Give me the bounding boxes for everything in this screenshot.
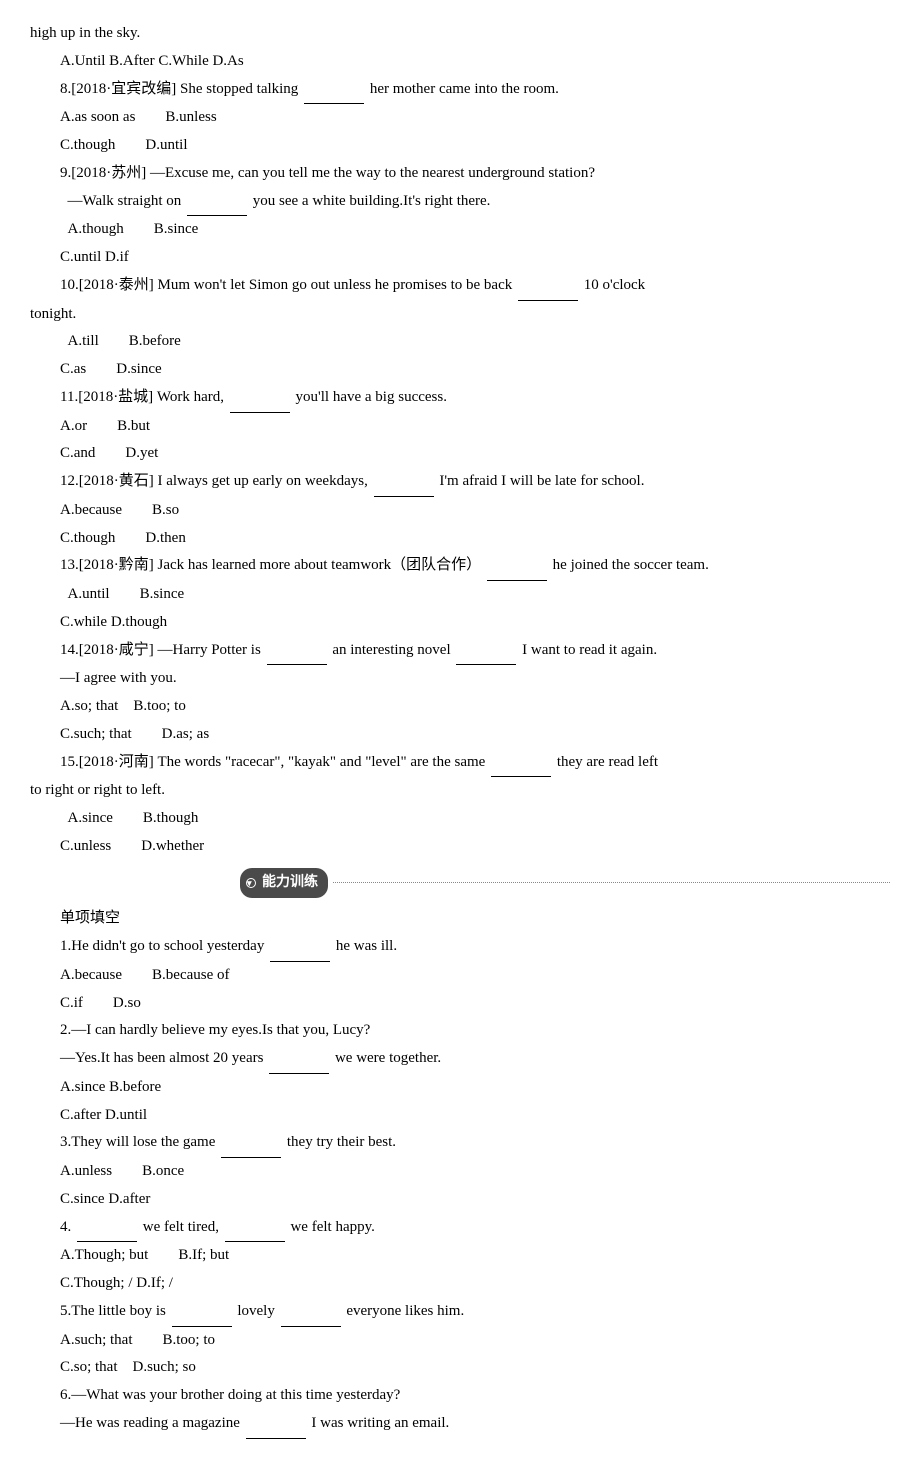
section-label: 能力训练 <box>262 870 318 896</box>
blank <box>221 1129 281 1158</box>
p3-opts-b: C.since D.after <box>30 1186 890 1214</box>
q15-line1: 15.[2018·河南] The words "racecar", "kayak… <box>30 749 890 778</box>
q13-opts-a: A.until B.since <box>30 581 890 609</box>
p2-opts-b: C.after D.until <box>30 1102 890 1130</box>
p1-opts-a: A.because B.because of <box>30 962 890 990</box>
p4-opts-a: A.Though; but B.If; but <box>30 1242 890 1270</box>
p2-opts-a: A.since B.before <box>30 1074 890 1102</box>
p3: 3.They will lose the game they try their… <box>30 1129 890 1158</box>
q8: 8.[2018·宜宾改编] She stopped talking her mo… <box>30 76 890 105</box>
p3-opts-a: A.unless B.once <box>30 1158 890 1186</box>
blank <box>172 1298 232 1327</box>
blank <box>281 1298 341 1327</box>
q15-opts-a: A.since B.though <box>30 805 890 833</box>
p2-line2: —Yes.It has been almost 20 years we were… <box>30 1045 890 1074</box>
p6-line2: —He was reading a magazine I was writing… <box>30 1410 890 1439</box>
q11-opts-a: A.or B.but <box>30 413 890 441</box>
q15-opts-b: C.unless D.whether <box>30 833 890 861</box>
blank <box>246 1410 306 1439</box>
q12: 12.[2018·黄石] I always get up early on we… <box>30 468 890 497</box>
q15-line2: to right or right to left. <box>30 777 890 805</box>
p4: 4. we felt tired, we felt happy. <box>30 1214 890 1243</box>
blank <box>225 1214 285 1243</box>
dotted-line <box>333 882 890 883</box>
blank <box>187 188 247 217</box>
section-divider: 能力训练 <box>30 868 890 898</box>
q13-opts-b: C.while D.though <box>30 609 890 637</box>
q12-opts-a: A.because B.so <box>30 497 890 525</box>
blank <box>491 749 551 778</box>
p4-opts-b: C.Though; / D.If; / <box>30 1270 890 1298</box>
q8-opts-a: A.as soon as B.unless <box>30 104 890 132</box>
blank <box>230 384 290 413</box>
blank <box>456 637 516 666</box>
q9-opts-a: A.though B.since <box>30 216 890 244</box>
blank <box>77 1214 137 1243</box>
p6-line1: 6.—What was your brother doing at this t… <box>30 1382 890 1410</box>
q14-line2: —I agree with you. <box>30 665 890 693</box>
q9-line1: 9.[2018·苏州] —Excuse me, can you tell me … <box>30 160 890 188</box>
q13: 13.[2018·黔南] Jack has learned more about… <box>30 552 890 581</box>
q14-opts-a: A.so; that B.too; to <box>30 693 890 721</box>
blank <box>518 272 578 301</box>
blank <box>270 933 330 962</box>
p2-line1: 2.—I can hardly believe my eyes.Is that … <box>30 1017 890 1045</box>
blank <box>267 637 327 666</box>
badge-icon <box>246 878 256 888</box>
p1-opts-b: C.if D.so <box>30 990 890 1018</box>
blank <box>269 1045 329 1074</box>
q7-options: A.Until B.After C.While D.As <box>30 48 890 76</box>
q7-tail: high up in the sky. <box>30 20 890 48</box>
q14-line1: 14.[2018·咸宁] —Harry Potter is an interes… <box>30 637 890 666</box>
section-badge: 能力训练 <box>240 868 328 898</box>
q10-line2: tonight. <box>30 301 890 329</box>
q11: 11.[2018·盐城] Work hard, you'll have a bi… <box>30 384 890 413</box>
blank <box>304 76 364 105</box>
p5-opts-b: C.so; that D.such; so <box>30 1354 890 1382</box>
subsection-title: 单项填空 <box>30 905 890 933</box>
q10-opts-b: C.as D.since <box>30 356 890 384</box>
p1: 1.He didn't go to school yesterday he wa… <box>30 933 890 962</box>
q12-opts-b: C.though D.then <box>30 525 890 553</box>
q9-line2: —Walk straight on you see a white buildi… <box>30 188 890 217</box>
blank <box>374 468 434 497</box>
q10-line1: 10.[2018·泰州] Mum won't let Simon go out … <box>30 272 890 301</box>
q8-opts-b: C.though D.until <box>30 132 890 160</box>
blank <box>487 552 547 581</box>
p5-opts-a: A.such; that B.too; to <box>30 1327 890 1355</box>
q10-opts-a: A.till B.before <box>30 328 890 356</box>
q14-opts-b: C.such; that D.as; as <box>30 721 890 749</box>
q9-opts-b: C.until D.if <box>30 244 890 272</box>
q11-opts-b: C.and D.yet <box>30 440 890 468</box>
p5: 5.The little boy is lovely everyone like… <box>30 1298 890 1327</box>
